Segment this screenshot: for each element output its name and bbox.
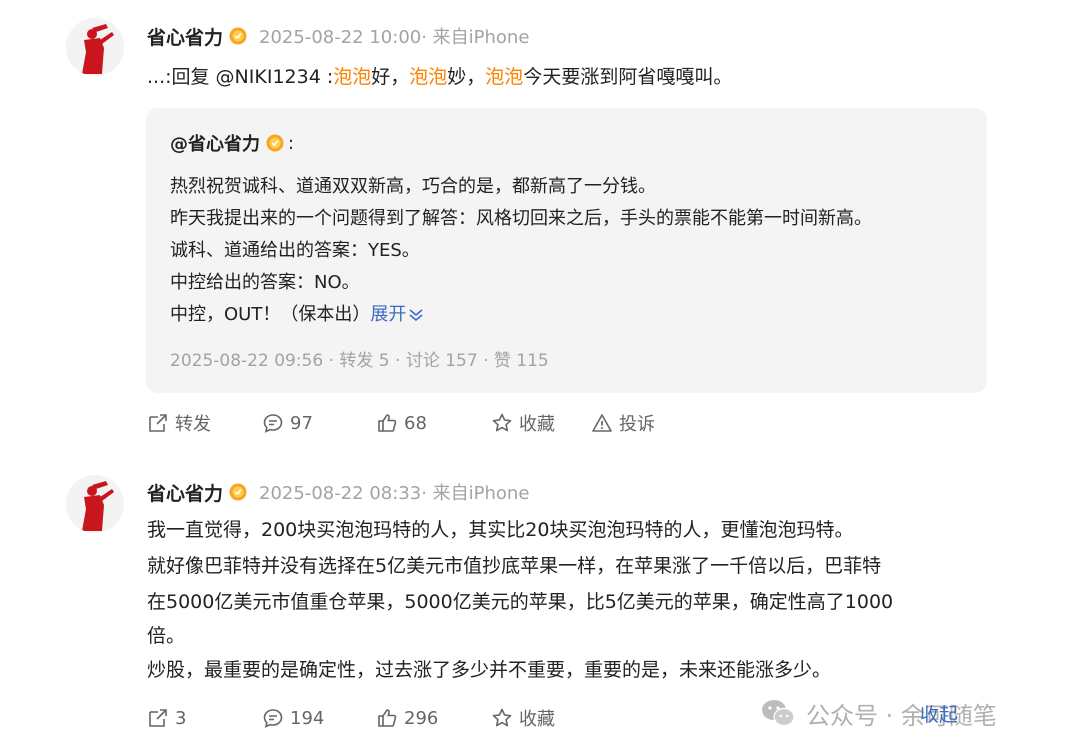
favorite-button[interactable]: 收藏: [491, 408, 555, 438]
avatar[interactable]: [66, 18, 124, 76]
like-count: 68: [404, 412, 427, 434]
quoted-footer[interactable]: 2025-08-22 09:56 · 转发 5 · 讨论 157 · 赞 115: [170, 346, 549, 371]
report-icon: [592, 414, 612, 432]
report-button[interactable]: 投诉: [591, 408, 655, 438]
comment-count: 97: [290, 412, 313, 434]
post-content: ...:回复 @NIKI1234 :泡泡好，泡泡妙，泡泡今天要涨到阿省嘎嘎叫。: [147, 63, 732, 91]
comment-icon: [263, 414, 283, 433]
collapse-button[interactable]: 收起: [920, 700, 958, 727]
post-line: 炒股，最重要的是确定性，过去涨了多少并不重要，重要的是，未来还能涨多少。: [147, 659, 832, 681]
like-icon: [378, 414, 397, 432]
collapse-label: 收起: [920, 704, 959, 726]
post-header: 省心省力 2025-08-22 08:33· 来自iPhone: [147, 476, 529, 508]
quoted-line: 热烈祝贺诚科、道通双双新高，巧合的是，都新高了一分钱。: [170, 176, 656, 197]
topic-link[interactable]: 泡泡: [485, 66, 523, 88]
post-meta: 2025-08-22 08:33· 来自iPhone: [259, 483, 530, 504]
post-meta: 2025-08-22 10:00· 来自iPhone: [259, 27, 530, 48]
quoted-author-line: @省心省力 :: [170, 130, 294, 156]
comment-button[interactable]: 97: [262, 408, 313, 438]
verified-badge-icon: [266, 134, 284, 152]
quoted-post[interactable]: @省心省力 : 热烈祝贺诚科、道通双双新高，巧合的是，都新高了一分钱。 昨天我提…: [146, 108, 987, 393]
weibo-post: 省心省力 2025-08-22 10:00· 来自iPhone ...:回复 @…: [0, 0, 1080, 460]
verified-badge-icon: [229, 27, 247, 45]
comment-icon: [263, 709, 283, 728]
quoted-line-last: 中控，OUT！（保本出）展开: [170, 300, 424, 326]
post-header: 省心省力 2025-08-22 10:00· 来自iPhone: [147, 20, 529, 52]
avatar-archer-figure: [66, 475, 124, 533]
favorite-icon: [492, 708, 512, 727]
wechat-watermark: 公众号 · 余可随笔: [760, 697, 997, 730]
comment-button[interactable]: 194: [262, 703, 324, 733]
repost-icon: [149, 414, 167, 432]
report-label: 投诉: [619, 414, 655, 435]
quoted-author-colon: :: [288, 132, 295, 154]
post-line: 在5000亿美元市值重仓苹果，5000亿美元的苹果，比5亿美元的苹果，确定性高了…: [147, 591, 894, 613]
repost-button[interactable]: 转发: [147, 408, 211, 438]
favorite-button[interactable]: 收藏: [491, 703, 555, 733]
content-text: 妙，: [447, 66, 486, 88]
watermark-text: 公众号 · 余可随笔: [806, 701, 997, 730]
chevron-down-icon: [409, 309, 423, 322]
post-line: 我一直觉得，200块买泡泡玛特的人，其实比20块买泡泡玛特的人，更懂泡泡玛特。: [147, 519, 854, 541]
repost-button[interactable]: 3: [147, 703, 186, 733]
reply-prefix: ...:回复 @NIKI1234 :: [147, 66, 334, 88]
quoted-line: 中控，OUT！（保本出）: [170, 304, 371, 325]
content-text: 今天要涨到阿省嘎嘎叫。: [523, 66, 733, 88]
repost-icon: [149, 709, 167, 727]
favorite-label: 收藏: [519, 709, 555, 730]
wechat-icon: [762, 700, 795, 727]
quoted-line: 诚科、道通给出的答案：YES。: [170, 240, 420, 261]
repost-count: 3: [175, 707, 187, 729]
repost-label: 转发: [175, 414, 211, 435]
comment-count: 194: [290, 707, 325, 729]
post-line: 倍。: [147, 625, 186, 647]
quoted-line: 昨天我提出来的一个问题得到了解答：风格切回来之后，手头的票能不能第一时间新高。: [170, 208, 872, 229]
author-name[interactable]: 省心省力: [147, 479, 223, 506]
avatar-archer-figure: [66, 18, 124, 76]
post-line: 就好像巴菲特并没有选择在5亿美元市值抄底苹果一样，在苹果涨了一千倍以后，巴菲特: [147, 555, 882, 577]
topic-link[interactable]: 泡泡: [409, 66, 447, 88]
quoted-author[interactable]: @省心省力: [170, 130, 260, 156]
verified-badge-icon: [229, 483, 247, 501]
expand-button[interactable]: 展开: [370, 304, 424, 325]
content-text: 好，: [371, 66, 410, 88]
like-button[interactable]: 296: [376, 703, 438, 733]
expand-label: 展开: [370, 304, 407, 325]
favorite-icon: [492, 413, 512, 432]
favorite-label: 收藏: [519, 414, 555, 435]
like-icon: [378, 709, 397, 727]
avatar[interactable]: [66, 475, 124, 533]
like-button[interactable]: 68: [376, 408, 427, 438]
quoted-line: 中控给出的答案：NO。: [170, 272, 360, 293]
like-count: 296: [404, 707, 439, 729]
topic-link[interactable]: 泡泡: [333, 66, 371, 88]
author-name[interactable]: 省心省力: [147, 23, 223, 50]
